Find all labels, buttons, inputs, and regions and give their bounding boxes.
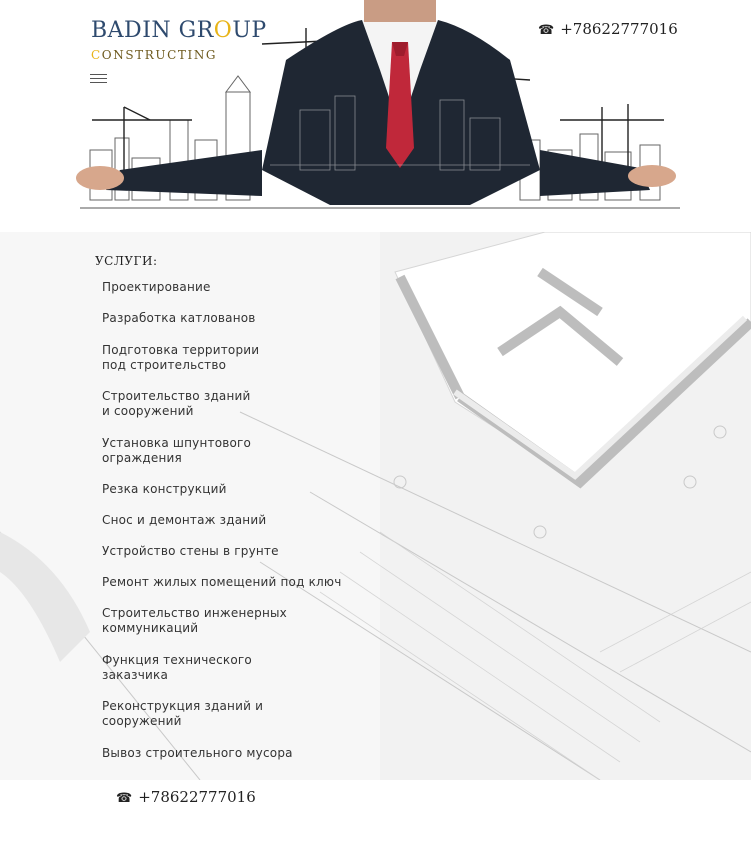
logo[interactable]: BADIN GROUP CONSTRUCTING <box>91 18 267 62</box>
services-section: УСЛУГИ: Проектирование Разработка катлов… <box>0 232 751 780</box>
logo-title: BADIN GROUP <box>91 18 267 43</box>
service-item-technical-customer[interactable]: Функция технического заказчика <box>102 653 252 683</box>
header-phone[interactable]: ☎ +78622777016 <box>538 20 678 38</box>
services-heading: УСЛУГИ: <box>95 254 158 268</box>
header-phone-number[interactable]: +78622777016 <box>560 20 678 38</box>
service-item-diaphragm-wall[interactable]: Устройство стены в грунте <box>102 544 279 559</box>
service-item-turnkey-renovation[interactable]: Ремонт жилых помещений под ключ <box>102 575 342 590</box>
hero-banner: BADIN GROUP CONSTRUCTING ☎ +78622777016 <box>0 0 751 232</box>
footer-phone[interactable]: ☎ +78622777016 <box>116 788 256 806</box>
logo-subtitle: CONSTRUCTING <box>91 48 218 62</box>
service-item-utility-construction[interactable]: Строительство инженерных коммуникаций <box>102 606 287 636</box>
hamburger-menu-icon[interactable] <box>90 74 107 85</box>
service-item-excavation[interactable]: Разработка катлованов <box>102 311 256 326</box>
phone-icon: ☎ <box>116 791 133 806</box>
service-item-structure-cutting[interactable]: Резка конструкций <box>102 482 227 497</box>
phone-icon: ☎ <box>538 23 555 38</box>
service-item-demolition[interactable]: Снос и демонтаж зданий <box>102 513 266 528</box>
service-item-design[interactable]: Проектирование <box>102 280 211 295</box>
service-item-sheet-piling[interactable]: Установка шпунтового ограждения <box>102 436 251 466</box>
service-item-waste-removal[interactable]: Вывоз строительного мусора <box>102 746 293 761</box>
service-item-building-construction[interactable]: Строительство зданий и сооружений <box>102 389 251 419</box>
service-item-reconstruction[interactable]: Реконструкция зданий и сооружений <box>102 699 263 729</box>
footer-phone-number[interactable]: +78622777016 <box>138 788 256 806</box>
footer: ☎ +78622777016 <box>0 780 751 844</box>
service-item-site-preparation[interactable]: Подготовка территории под строительство <box>102 343 259 373</box>
